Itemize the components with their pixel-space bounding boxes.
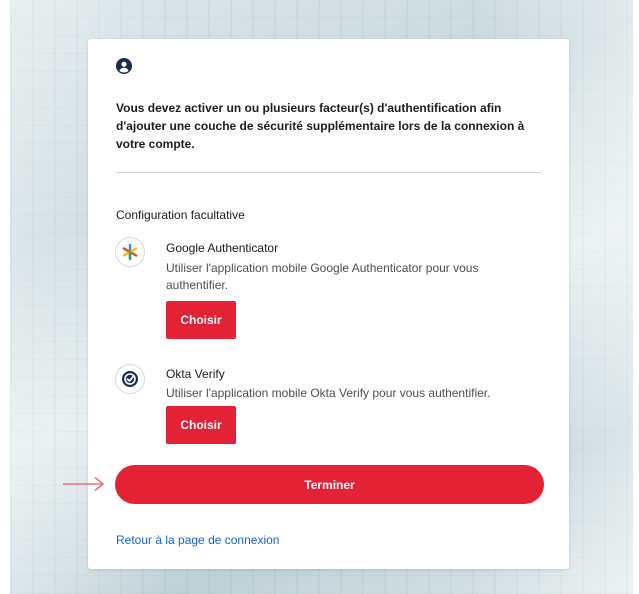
choose-google-authenticator-button[interactable]: Choisir — [166, 301, 236, 339]
google-authenticator-name: Google Authenticator — [166, 241, 279, 255]
okta-verify-icon — [115, 364, 145, 394]
okta-verify-description: Utiliser l'application mobile Okta Verif… — [166, 386, 491, 400]
google-authenticator-description: Utiliser l'application mobile Google Aut… — [166, 261, 479, 292]
user-icon — [116, 58, 132, 74]
annotation-arrow-icon — [63, 476, 104, 492]
intro-message: Vous devez activer un ou plusieurs facte… — [116, 101, 525, 151]
back-to-login-link[interactable]: Retour à la page de connexion — [116, 533, 279, 547]
finish-button[interactable]: Terminer — [115, 465, 544, 504]
okta-verify-name: Okta Verify — [166, 367, 225, 381]
divider — [116, 172, 541, 173]
optional-config-title: Configuration facultative — [116, 208, 245, 222]
auth-card: Vous devez activer un ou plusieurs facte… — [88, 39, 569, 569]
google-authenticator-icon — [115, 237, 145, 267]
choose-okta-verify-button[interactable]: Choisir — [166, 406, 236, 444]
